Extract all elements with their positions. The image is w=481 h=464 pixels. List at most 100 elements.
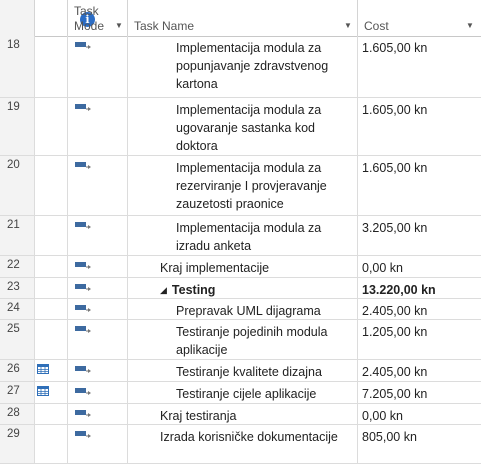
table-row[interactable]: 21 Implementacija modula za izradu anketa… (0, 216, 481, 256)
row-id[interactable]: 24 (0, 299, 35, 319)
row-id[interactable]: 26 (0, 360, 35, 381)
row-id[interactable]: 28 (0, 404, 35, 424)
auto-scheduled-task-icon (75, 262, 91, 269)
task-mode-cell[interactable] (68, 382, 128, 403)
indicator-cell (35, 299, 68, 319)
task-mode-cell[interactable] (68, 216, 128, 255)
calendar-icon[interactable] (37, 386, 49, 396)
task-name-cell[interactable]: Testiranje kvalitete dizajna (128, 360, 358, 381)
indicator-cell (35, 425, 68, 463)
table-row[interactable]: 27 Testiranje cijele aplikacije 7.205,00 k… (0, 382, 481, 404)
task-name-cell[interactable]: Kraj implementacije (128, 256, 358, 277)
cost-value: 1.205,00 kn (362, 325, 428, 339)
task-mode-cell[interactable] (68, 278, 128, 298)
cost-cell[interactable]: 0,00 kn (358, 404, 481, 424)
indicator-cell (35, 320, 68, 359)
cost-cell[interactable]: 1.605,00 kn (358, 36, 481, 97)
task-name-text: Prepravak UML dijagrama (176, 304, 321, 318)
row-id[interactable]: 27 (0, 382, 35, 403)
row-id[interactable]: 20 (0, 156, 35, 215)
row-id[interactable]: 29 (0, 425, 35, 463)
table-row[interactable]: 28 Kraj testiranja 0,00 kn (0, 404, 481, 425)
auto-scheduled-task-icon (75, 410, 91, 417)
cost-cell[interactable]: 2.405,00 kn (358, 299, 481, 319)
task-name: Implementacija modula za izradu anketa (176, 219, 350, 255)
table-row[interactable]: 22 Kraj implementacije 0,00 kn (0, 256, 481, 278)
task-name-text: Testiranje cijele aplikacije (176, 387, 317, 401)
row-id[interactable]: 21 (0, 216, 35, 255)
cost-cell[interactable]: 0,00 kn (358, 256, 481, 277)
task-name: Implementacija modula za popunjavanje zd… (176, 39, 350, 93)
table-row[interactable]: 23 ◢ Testing 13.220,00 kn (0, 278, 481, 299)
indicator-cell (35, 404, 68, 424)
task-name: Implementacija modula za ugovaranje sast… (176, 101, 350, 155)
cost-cell[interactable]: 7.205,00 kn (358, 382, 481, 403)
collapse-triangle-icon[interactable]: ◢ (160, 285, 167, 295)
table-row[interactable]: 26 Testiranje kvalitete dizajna 2.405,00 k… (0, 360, 481, 382)
task-mode-cell[interactable] (68, 256, 128, 277)
cost-cell[interactable]: 13.220,00 kn (358, 278, 481, 298)
auto-scheduled-task-icon (75, 326, 91, 333)
chevron-down-icon[interactable]: ▼ (115, 21, 123, 30)
task-mode-cell[interactable] (68, 36, 128, 97)
task-mode-header[interactable]: Task Mode ▼ (68, 0, 128, 36)
task-name-text: Implementacija modula za popunjavanje zd… (176, 41, 329, 91)
task-name-text: Testiranje kvalitete dizajna (176, 365, 322, 379)
calendar-icon[interactable] (37, 364, 49, 374)
task-mode-cell[interactable] (68, 320, 128, 359)
cost-label: Cost (364, 19, 389, 33)
row-id[interactable]: 23 (0, 278, 35, 298)
task-mode-cell[interactable] (68, 299, 128, 319)
task-name-cell[interactable]: Izrada korisničke dokumentacije (128, 425, 358, 463)
task-mode-cell[interactable] (68, 404, 128, 424)
cost-cell[interactable]: 805,00 kn (358, 425, 481, 463)
row-id[interactable]: 25 (0, 320, 35, 359)
cost-cell[interactable]: 2.405,00 kn (358, 360, 481, 381)
task-name-cell[interactable]: Prepravak UML dijagrama (128, 299, 358, 319)
table-row[interactable]: 20 Implementacija modula za rezerviranje … (0, 156, 481, 216)
row-id[interactable]: 22 (0, 256, 35, 277)
task-mode-label-line1: Task (74, 4, 99, 18)
task-name: Testiranje kvalitete dizajna (176, 363, 350, 381)
cost-cell[interactable]: 1.205,00 kn (358, 320, 481, 359)
task-name-cell[interactable]: Testiranje pojedinih modula aplikacije (128, 320, 358, 359)
task-name-cell[interactable]: Implementacija modula za popunjavanje zd… (128, 36, 358, 97)
task-mode-cell[interactable] (68, 425, 128, 463)
task-name-header[interactable]: Task Name ▼ (128, 0, 358, 36)
row-id[interactable]: 18 (0, 36, 35, 97)
auto-scheduled-task-icon (75, 42, 91, 49)
task-name-cell[interactable]: Implementacija modula za ugovaranje sast… (128, 98, 358, 155)
row-id[interactable]: 19 (0, 98, 35, 155)
task-mode-cell[interactable] (68, 360, 128, 381)
auto-scheduled-task-icon (75, 104, 91, 111)
cost-header[interactable]: Cost ▼ (358, 0, 481, 36)
cost-value: 3.205,00 kn (362, 221, 428, 235)
task-name: Kraj testiranja (160, 407, 350, 425)
cost-cell[interactable]: 1.605,00 kn (358, 156, 481, 215)
chevron-down-icon[interactable]: ▼ (466, 21, 474, 30)
task-mode-cell[interactable] (68, 156, 128, 215)
task-name-cell[interactable]: Testiranje cijele aplikacije (128, 382, 358, 403)
indicator-cell (35, 216, 68, 255)
chevron-down-icon[interactable]: ▼ (344, 21, 352, 30)
task-name-cell[interactable]: Implementacija modula za izradu anketa (128, 216, 358, 255)
task-name-text: Kraj testiranja (160, 409, 237, 423)
task-grid: i Task Mode ▼ Task Name ▼ Cost ▼ 18 Imple… (0, 0, 481, 464)
column-header-row: i Task Mode ▼ Task Name ▼ Cost ▼ (0, 0, 481, 37)
auto-scheduled-task-icon (75, 284, 91, 291)
task-mode-cell[interactable] (68, 98, 128, 155)
task-name-cell[interactable]: ◢ Testing (128, 278, 358, 298)
task-name-cell[interactable]: Implementacija modula za rezerviranje I … (128, 156, 358, 215)
table-row[interactable]: 29 Izrada korisničke dokumentacije 805,00 … (0, 425, 481, 464)
indicators-header[interactable]: i (35, 0, 95, 36)
row-id-header[interactable] (0, 0, 35, 36)
table-row[interactable]: 24 Prepravak UML dijagrama 2.405,00 kn (0, 299, 481, 320)
cost-value: 2.405,00 kn (362, 365, 428, 379)
cost-cell[interactable]: 1.605,00 kn (358, 98, 481, 155)
table-row[interactable]: 18 Implementacija modula za popunjavanje … (0, 36, 481, 98)
table-row[interactable]: 25 Testiranje pojedinih modula aplikacije… (0, 320, 481, 360)
task-name: Prepravak UML dijagrama (176, 302, 350, 320)
cost-cell[interactable]: 3.205,00 kn (358, 216, 481, 255)
task-name-cell[interactable]: Kraj testiranja (128, 404, 358, 424)
table-row[interactable]: 19 Implementacija modula za ugovaranje sa… (0, 98, 481, 156)
